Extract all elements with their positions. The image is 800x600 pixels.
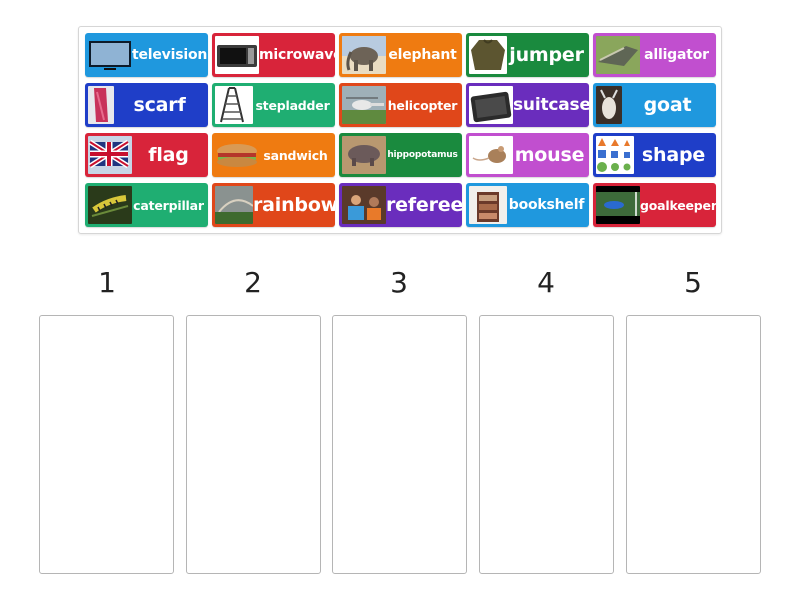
column-1-header: 1 — [98, 266, 116, 299]
column-3-header: 3 — [390, 266, 408, 299]
tile-goalkeeper[interactable]: goalkeeper — [593, 183, 716, 227]
tile-label: bookshelf — [508, 197, 585, 213]
tile-label: rainbow — [253, 194, 335, 216]
tile-label: microwave — [259, 47, 335, 63]
column-5-header: 5 — [684, 266, 702, 299]
goalkeeper-icon — [596, 186, 640, 224]
drop-zone-5[interactable] — [626, 315, 761, 574]
shapes-icon — [596, 136, 634, 174]
column-4-header: 4 — [537, 266, 555, 299]
tile-label: television — [132, 47, 208, 63]
tile-label: scarf — [133, 94, 186, 116]
microwave-icon — [215, 36, 259, 74]
jumper-icon — [469, 36, 507, 74]
tile-shape[interactable]: shape — [593, 133, 716, 177]
tile-label: jumper — [509, 44, 584, 66]
referee-icon — [342, 186, 386, 224]
tile-hippopotamus[interactable]: hippopotamus — [339, 133, 462, 177]
alligator-icon — [596, 36, 640, 74]
helicopter-icon — [342, 86, 386, 124]
tile-mouse[interactable]: mouse — [466, 133, 589, 177]
tile-stepladder[interactable]: stepladder — [212, 83, 335, 127]
tile-label: caterpillar — [133, 197, 204, 213]
tile-rainbow[interactable]: rainbow — [212, 183, 335, 227]
tile-sandwich[interactable]: sandwich — [212, 133, 335, 177]
suitcase-icon — [469, 86, 513, 124]
tile-referee[interactable]: referee — [339, 183, 462, 227]
tile-label: alligator — [644, 47, 709, 63]
tile-label: mouse — [514, 144, 585, 166]
tile-alligator[interactable]: alligator — [593, 33, 716, 77]
tile-label: shape — [641, 144, 706, 166]
tile-goat[interactable]: goat — [593, 83, 716, 127]
column-2-header: 2 — [244, 266, 262, 299]
caterpillar-icon — [88, 186, 132, 224]
mouse-icon — [469, 136, 513, 174]
tile-label: elephant — [388, 47, 457, 63]
rainbow-icon — [215, 186, 253, 224]
drop-zone-4[interactable] — [479, 315, 614, 574]
scarf-icon — [88, 86, 114, 124]
tile-microwave[interactable]: microwave — [212, 33, 335, 77]
sandwich-icon — [215, 136, 259, 174]
tile-label: stepladder — [255, 97, 330, 113]
television-icon — [88, 36, 132, 74]
tile-label: helicopter — [387, 97, 458, 113]
tile-flag[interactable]: flag — [85, 133, 208, 177]
elephant-icon — [342, 36, 386, 74]
tile-elephant[interactable]: elephant — [339, 33, 462, 77]
tile-bookshelf[interactable]: bookshelf — [466, 183, 589, 227]
tile-suitcase[interactable]: suitcase — [466, 83, 589, 127]
tile-television[interactable]: television — [85, 33, 208, 77]
tile-helicopter[interactable]: helicopter — [339, 83, 462, 127]
tile-caterpillar[interactable]: caterpillar — [85, 183, 208, 227]
tile-scarf[interactable]: scarf — [85, 83, 208, 127]
flag-icon — [88, 136, 132, 174]
hippopotamus-icon — [342, 136, 386, 174]
drop-zone-1[interactable] — [39, 315, 174, 574]
tile-label: hippopotamus — [387, 150, 458, 160]
goat-icon — [596, 86, 622, 124]
tile-label: sandwich — [263, 147, 328, 163]
tile-label: referee — [386, 194, 462, 216]
word-bank: television microwave elephant jumper all… — [78, 26, 722, 234]
stepladder-icon — [215, 86, 253, 124]
tile-label: flag — [148, 144, 189, 166]
drop-zone-3[interactable] — [332, 315, 467, 574]
drop-zone-2[interactable] — [186, 315, 321, 574]
tile-label: goalkeeper — [640, 197, 716, 213]
tile-label: suitcase — [513, 95, 589, 115]
bookshelf-icon — [469, 186, 507, 224]
tile-label: goat — [643, 94, 692, 116]
tile-jumper[interactable]: jumper — [466, 33, 589, 77]
